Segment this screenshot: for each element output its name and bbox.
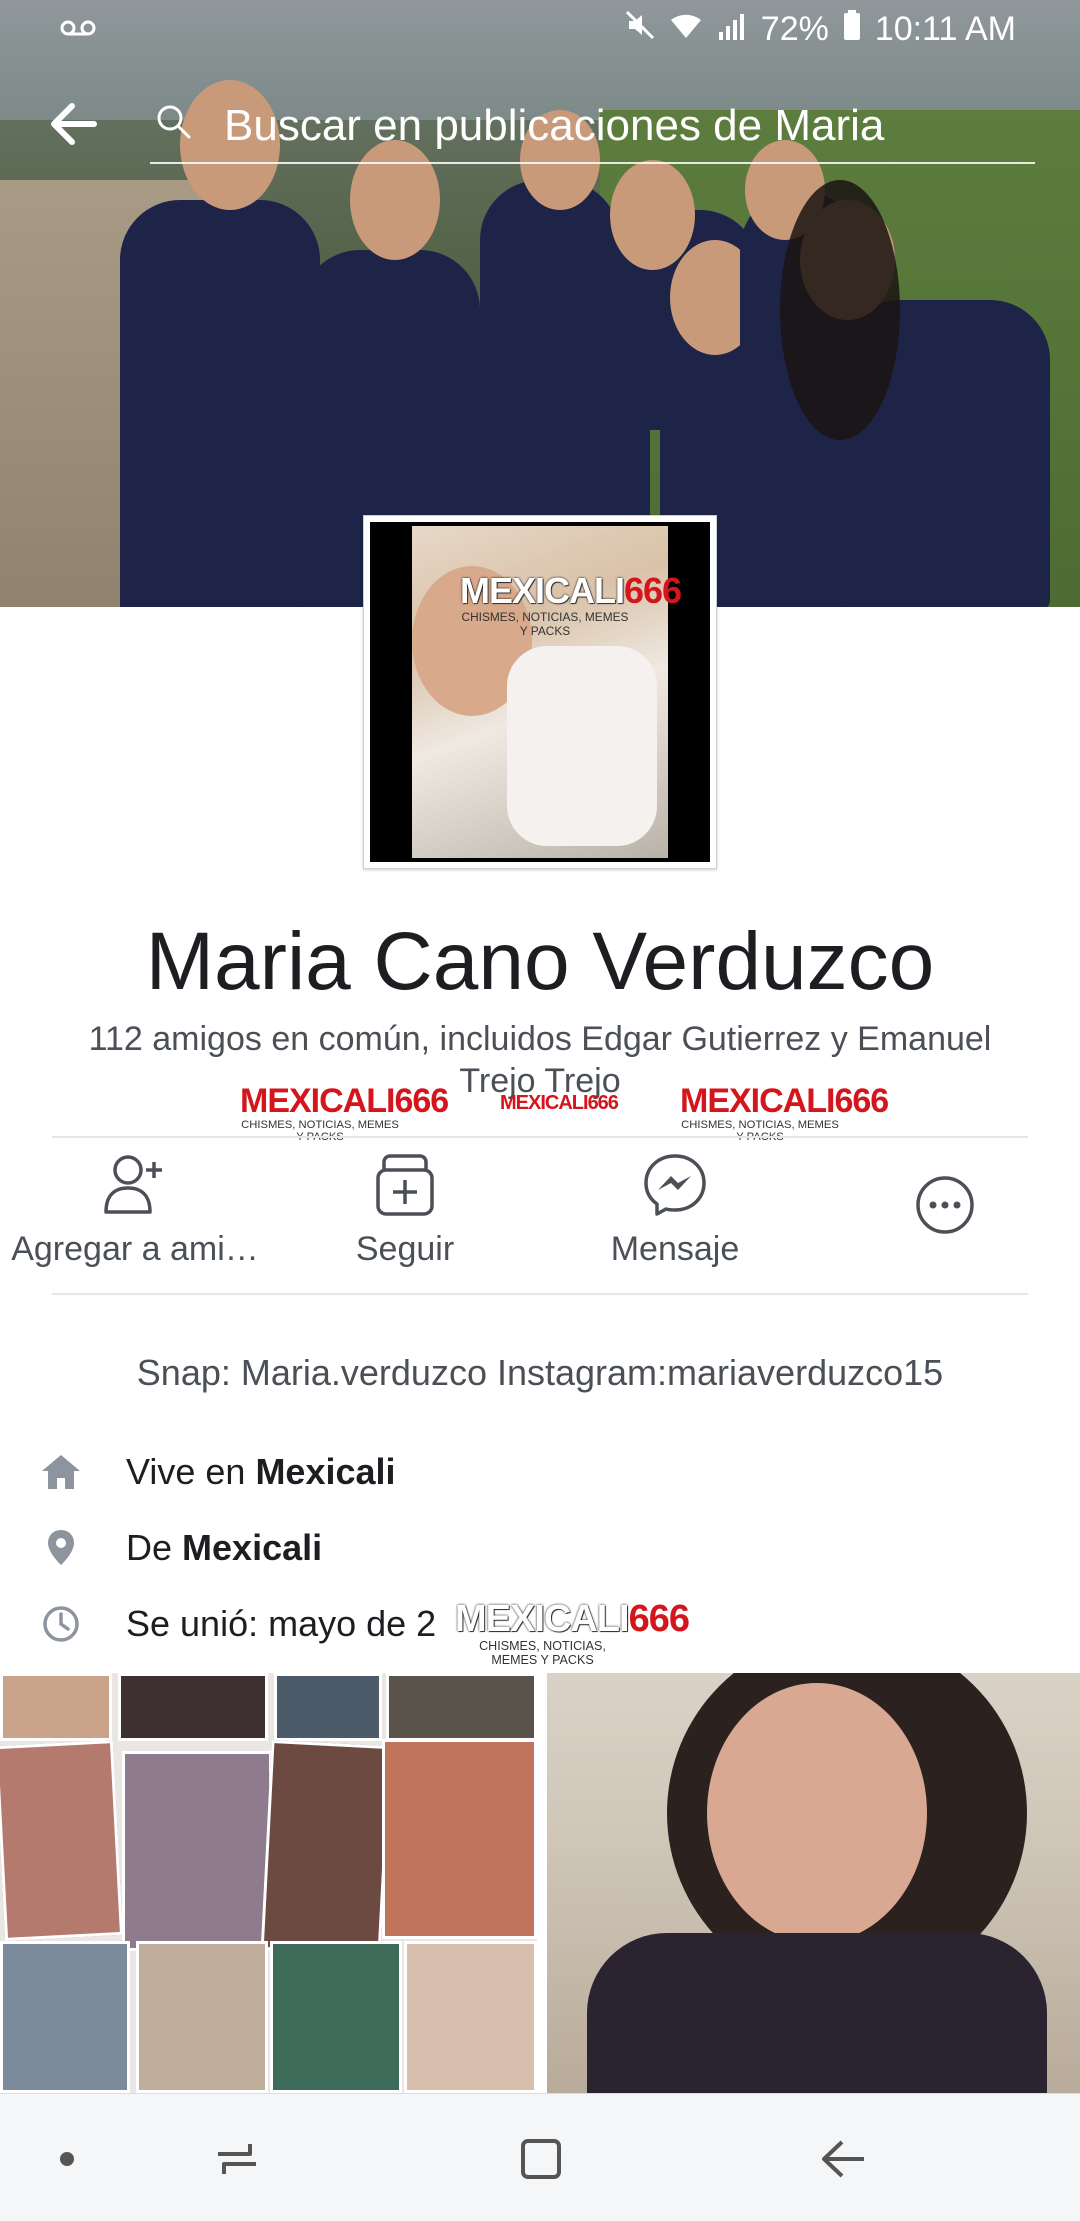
photo-collage[interactable] bbox=[0, 1673, 537, 2093]
clock-time: 10:11 AM bbox=[874, 10, 1016, 48]
follow-button[interactable]: Seguir bbox=[275, 1140, 535, 1269]
intro-lives-in[interactable]: Vive en Mexicali bbox=[40, 1445, 1040, 1505]
nav-back-icon[interactable] bbox=[808, 2124, 878, 2194]
joined-text: Se unió: mayo de 2 bbox=[126, 1603, 437, 1644]
profile-photo: MEXICALI666 CHISMES, NOTICIAS, MEMES Y P… bbox=[370, 522, 710, 862]
photo-face bbox=[707, 1683, 927, 1943]
battery-percent: 72% bbox=[760, 10, 829, 48]
collage-tile bbox=[382, 1739, 537, 1939]
add-friend-label: Agregar a ami… bbox=[11, 1230, 259, 1268]
featured-photos bbox=[0, 1673, 1080, 2093]
status-bar: 72% 10:11 AM bbox=[0, 0, 1080, 62]
watermark-logo: MEXICALI666 CHISMES, NOTICIAS, MEMES Y P… bbox=[240, 1082, 449, 1143]
wifi-icon bbox=[669, 10, 703, 49]
location-pin-icon bbox=[40, 1527, 86, 1573]
messenger-icon bbox=[545, 1140, 805, 1230]
watermark-logo: MEXICALI666 CHISMES, NOTICIAS, MEMES Y P… bbox=[460, 570, 682, 638]
lives-city[interactable]: Mexicali bbox=[255, 1451, 395, 1492]
cover-person bbox=[120, 200, 320, 607]
divider bbox=[52, 1293, 1028, 1295]
collage-tile bbox=[386, 1673, 537, 1741]
more-button[interactable] bbox=[815, 1140, 1075, 1270]
collage-tile bbox=[0, 1941, 130, 2093]
search-bar[interactable] bbox=[150, 90, 1035, 164]
collage-tile bbox=[260, 1740, 392, 1956]
profile-bio: Snap: Maria.verduzco Instagram:mariaverd… bbox=[136, 1352, 944, 1393]
intro-from[interactable]: De Mexicali bbox=[40, 1521, 1040, 1581]
collage-tile bbox=[0, 1740, 124, 1941]
cover-person-hair bbox=[780, 180, 900, 440]
follow-label: Seguir bbox=[355, 1230, 455, 1268]
search-input[interactable] bbox=[222, 90, 1026, 162]
cover-person bbox=[480, 180, 620, 380]
clock-icon bbox=[40, 1603, 86, 1649]
watermark-logo: MEXICALI666 bbox=[500, 1092, 619, 1114]
signal-icon bbox=[717, 10, 747, 49]
collage-tile bbox=[274, 1673, 382, 1741]
profile-name: Maria Cano Verduzco bbox=[145, 916, 935, 1007]
voicemail-icon bbox=[60, 12, 96, 46]
collage-tile bbox=[404, 1941, 537, 2093]
profile-picture[interactable]: MEXICALI666 CHISMES, NOTICIAS, MEMES Y P… bbox=[363, 515, 717, 869]
top-bar bbox=[0, 78, 1080, 178]
more-icon bbox=[815, 1140, 1075, 1270]
add-friend-icon bbox=[5, 1140, 265, 1230]
mute-icon bbox=[625, 10, 655, 49]
watermark-logo: MEXICALI666 CHISMES, NOTICIAS, MEMES Y P… bbox=[455, 1598, 690, 1667]
nav-dot-icon[interactable] bbox=[32, 2124, 102, 2194]
collage-tile bbox=[270, 1941, 402, 2093]
back-arrow-icon[interactable] bbox=[48, 98, 108, 158]
add-friend-button[interactable]: Agregar a ami… bbox=[5, 1140, 265, 1269]
message-button[interactable]: Mensaje bbox=[545, 1140, 805, 1269]
collage-tile bbox=[122, 1751, 272, 1951]
status-icons: 72% 10:11 AM bbox=[625, 10, 1016, 49]
profile-photo-dress bbox=[507, 646, 657, 846]
battery-icon bbox=[843, 10, 861, 49]
profile-actions: Agregar a ami… Seguir Mensaje bbox=[0, 1140, 1080, 1290]
collage-tile bbox=[0, 1673, 112, 1741]
home-icon bbox=[40, 1451, 86, 1497]
collage-tile bbox=[136, 1941, 268, 2093]
watermark-logo: MEXICALI666 CHISMES, NOTICIAS, MEMES Y P… bbox=[680, 1082, 889, 1143]
recent-apps-icon[interactable] bbox=[202, 2124, 272, 2194]
divider bbox=[52, 1136, 1028, 1138]
message-label: Mensaje bbox=[610, 1230, 740, 1268]
search-icon bbox=[156, 104, 191, 139]
home-button-icon[interactable] bbox=[506, 2124, 576, 2194]
from-city[interactable]: Mexicali bbox=[182, 1527, 322, 1568]
system-nav-bar bbox=[0, 2093, 1080, 2221]
follow-icon bbox=[275, 1140, 535, 1230]
collage-tile bbox=[118, 1673, 268, 1741]
featured-photo[interactable] bbox=[547, 1673, 1080, 2093]
photo-top bbox=[587, 1933, 1047, 2093]
